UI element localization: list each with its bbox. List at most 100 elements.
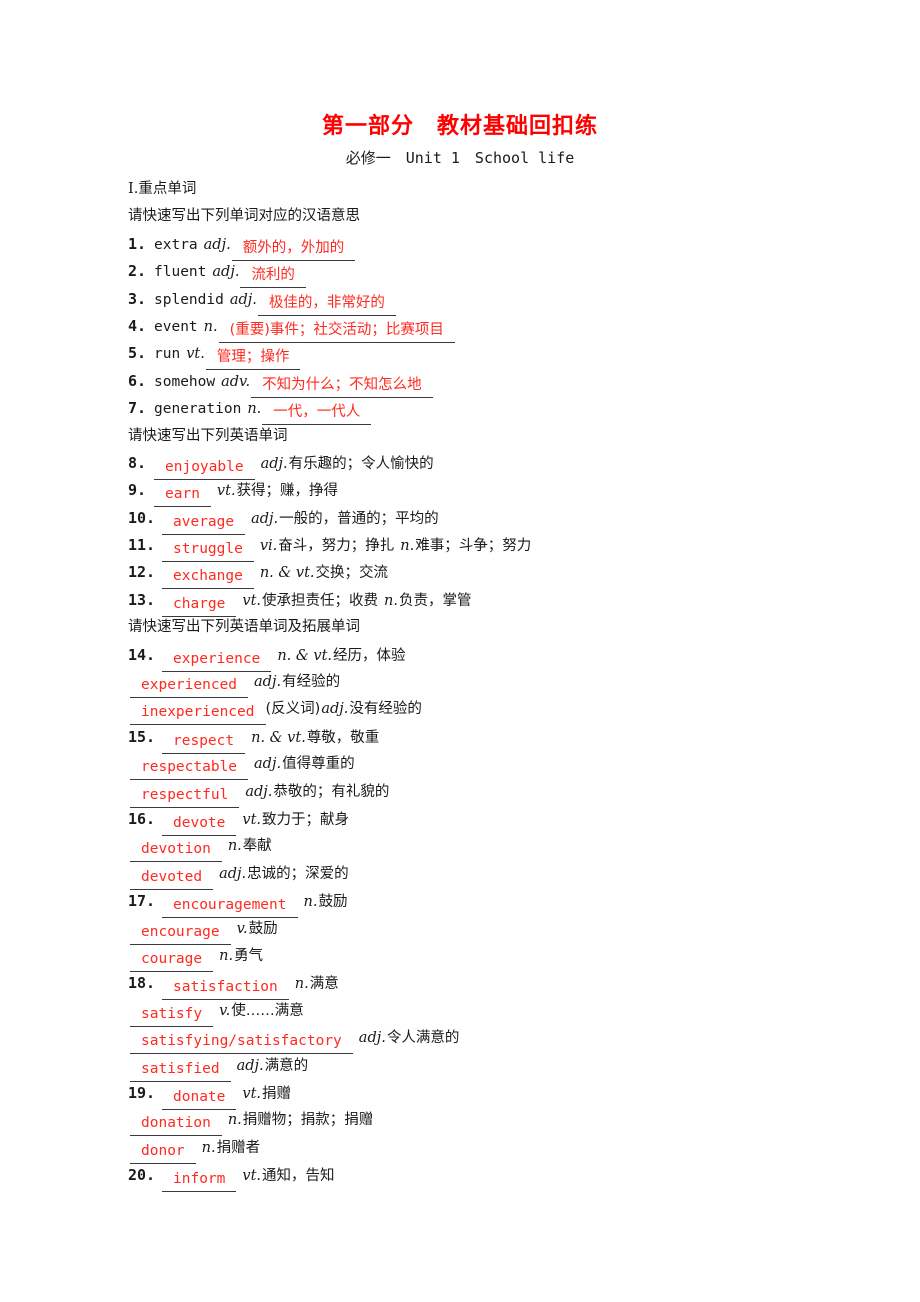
derivative-row: devotion n.奉献	[128, 833, 888, 863]
gloss: 捐赠物；捐款；捐赠	[242, 1112, 374, 1129]
part-of-speech: v.	[219, 1002, 231, 1019]
item-number: 12.	[128, 563, 156, 582]
section-heading: Ⅰ.重点单词	[128, 176, 888, 203]
gloss: 通知，告知	[262, 1168, 335, 1185]
answer-blank[interactable]: encourage	[130, 922, 231, 945]
gloss: 致力于；献身	[262, 811, 350, 828]
part-of-speech: vt.	[242, 1168, 262, 1185]
derivative-row: devoted adj.忠诚的；深爱的	[128, 861, 888, 890]
prompt-chinese-meaning: 请快速写出下列单词对应的汉语意思	[128, 208, 360, 225]
gloss: 恭敬的；有礼貌的	[273, 783, 390, 800]
answer-blank[interactable]: satisfaction	[162, 977, 289, 1001]
item-number: 6.	[128, 371, 147, 390]
headword: fluent	[154, 264, 207, 281]
answer-blank[interactable]: encouragement	[162, 895, 298, 919]
derivative-row: courage n.勇气	[128, 943, 888, 972]
gloss-secondary: 负责，掌管	[398, 592, 472, 609]
answer-blank[interactable]: donation	[130, 1113, 222, 1137]
gloss: 使承担责任；收费	[262, 592, 379, 609]
answer-blank[interactable]: inexperienced	[130, 702, 266, 726]
gloss: 奋斗，努力；挣扎	[278, 538, 395, 555]
gloss: 奉献	[242, 838, 272, 855]
item-number: 16.	[128, 809, 156, 828]
item-number: 1.	[128, 234, 147, 253]
answer-blank[interactable]: earn	[154, 484, 211, 508]
part-of-speech-secondary: n.	[384, 592, 398, 609]
gloss: 没有经验的	[349, 701, 422, 718]
answer-blank[interactable]: 流利的	[240, 265, 306, 289]
item-number: 20.	[128, 1166, 156, 1185]
answer-blank[interactable]: respectable	[130, 757, 249, 781]
prompt-english-extend: 请快速写出下列英语单词及拓展单词	[128, 619, 360, 636]
vocab-row: 10. average adj.一般的，普通的；平均的	[128, 505, 888, 535]
part-of-speech: n.	[303, 894, 318, 911]
vocab-row: 6. somehow adv. 不知为什么；不知怎么地	[128, 368, 888, 398]
derivative-row: inexperienced (反义词)adj.没有经验的	[128, 696, 888, 726]
derivative-row: respectable adj.值得尊重的	[128, 751, 888, 781]
part-of-speech: n.	[203, 318, 218, 335]
headword: extra	[154, 236, 198, 253]
vocab-group-english-word: 8. enjoyable adj.有乐趣的；令人愉快的 9. earn vt.获得；赚，挣…	[128, 450, 888, 617]
section-heading-label: .重点单词	[133, 181, 197, 197]
vocab-row: 1. extra adj. 额外的，外加的	[128, 231, 888, 261]
item-number: 17.	[128, 892, 156, 911]
derivative-row: satisfied adj.满意的	[128, 1053, 888, 1082]
item-number: 18.	[128, 974, 156, 993]
answer-blank[interactable]: 管理；操作	[205, 347, 301, 371]
gloss: 鼓励	[318, 894, 348, 911]
gloss: 获得；赚，挣得	[236, 483, 339, 500]
gloss: 一般的，普通的；平均的	[279, 510, 439, 527]
part-of-speech: adj.	[254, 756, 282, 773]
vocab-row: 9. earn vt.获得；赚，挣得	[128, 477, 888, 508]
worksheet-page: 第一部分 教材基础回扣练 必修一 Unit 1 School life Ⅰ.重点…	[0, 0, 920, 1302]
item-number: 15.	[128, 727, 156, 746]
vocab-row: 3. splendid adj. 极佳的，非常好的	[128, 286, 888, 316]
answer-blank[interactable]: respectful	[130, 785, 240, 808]
vocab-row: 7. generation n. 一代，一代人	[128, 395, 888, 426]
item-number: 2.	[128, 262, 147, 281]
item-number: 10.	[128, 508, 156, 527]
vocab-row: 18. satisfaction n.满意	[128, 970, 888, 1001]
part-of-speech: n.	[247, 401, 262, 418]
answer-blank[interactable]: inform	[162, 1169, 237, 1193]
answer-blank[interactable]: devoted	[130, 867, 214, 890]
vocab-row: 8. enjoyable adj.有乐趣的；令人愉快的	[128, 450, 888, 480]
part-of-speech: v.	[236, 920, 248, 937]
gloss: 有乐趣的；令人愉快的	[288, 455, 434, 472]
gloss: 有经验的	[282, 674, 341, 691]
vocab-row: 4. event n. (重要)事件；社交活动；比赛项目	[128, 313, 888, 343]
answer-blank[interactable]: satisfied	[130, 1059, 231, 1082]
headword: splendid	[154, 291, 224, 308]
answer-blank[interactable]: satisfy	[130, 1004, 214, 1027]
gloss: 忠诚的；深爱的	[247, 865, 349, 882]
gloss: 使……满意	[231, 1002, 304, 1019]
derivative-row: respectful adj.恭敬的；有礼貌的	[128, 779, 888, 808]
answer-blank[interactable]: satisfying/satisfactory	[130, 1031, 353, 1055]
answer-blank[interactable]: 一代，一代人	[262, 402, 372, 426]
antonym-note: (反义词)	[265, 701, 321, 718]
gloss: 满意	[309, 976, 339, 993]
part-of-speech: adj.	[260, 455, 288, 472]
answer-blank[interactable]: experienced	[130, 675, 249, 699]
derivative-row: encourage v.鼓励	[128, 916, 888, 945]
part-of-speech: n. & vt.	[251, 729, 306, 746]
answer-blank[interactable]: donor	[130, 1141, 196, 1164]
part-of-speech: vi.	[259, 538, 278, 555]
part-of-speech-secondary: n.	[400, 538, 415, 555]
part-of-speech: adv.	[221, 373, 251, 390]
gloss: 经历，体验	[333, 647, 406, 664]
vocab-row: 14. experience n. & vt.经历，体验	[128, 642, 888, 672]
vocab-row: 2. fluent adj. 流利的	[128, 258, 888, 289]
answer-blank[interactable]: devotion	[130, 839, 222, 863]
answer-blank[interactable]: courage	[130, 949, 214, 972]
vocab-group-english-extend: 14. experience n. & vt.经历，体验 experienced adj…	[128, 642, 888, 1193]
item-number: 14.	[128, 645, 156, 664]
part-of-speech: vt.	[242, 592, 262, 609]
item-number: 3.	[128, 289, 147, 308]
vocab-row: 19. donate vt.捐赠	[128, 1080, 888, 1110]
item-number: 11.	[128, 536, 156, 555]
part-of-speech: adj.	[245, 783, 273, 800]
vocab-row: 17. encouragement n.鼓励	[128, 888, 888, 919]
part-of-speech: adj.	[321, 701, 349, 718]
part-of-speech: adj.	[251, 510, 279, 527]
